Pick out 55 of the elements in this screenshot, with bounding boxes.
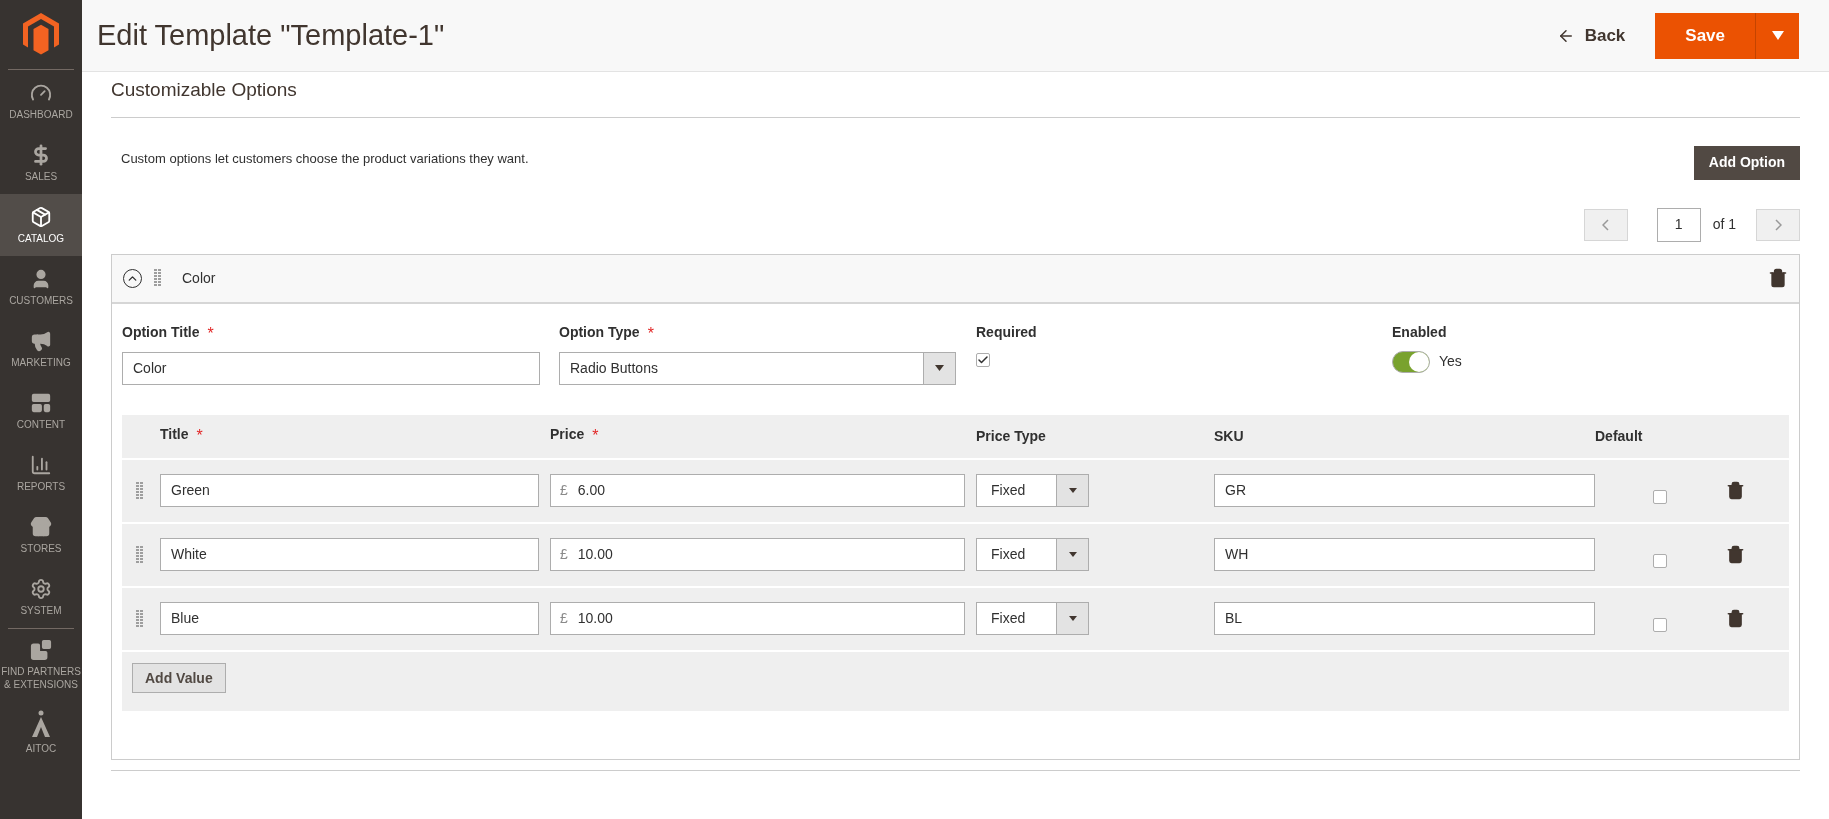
value-title-field[interactable]: White [160,538,539,571]
option-type-select[interactable]: Radio Buttons [559,351,956,385]
price-type-select[interactable]: Fixed [976,474,1089,507]
toggle-label: Yes [1439,352,1462,371]
required-asterisk: * [207,323,214,344]
save-button[interactable]: Save [1655,12,1755,59]
back-button[interactable]: Back [1556,22,1626,49]
price-value: 10.00 [577,609,613,628]
column-header: Price Type [976,426,1046,446]
option-name: Color [182,268,217,288]
currency-symbol: £ [560,609,568,628]
add-option-button[interactable]: Add Option [1693,145,1800,180]
add-value-button[interactable]: Add Value [132,663,226,693]
sidebar-item[interactable]: DASHBOARD [0,70,82,132]
column-header: Default [1595,426,1643,446]
currency-symbol: £ [560,545,568,564]
page-title: Edit Template "Template-1" [97,17,446,53]
sidebar-item[interactable]: MARKETING [0,318,82,380]
page-number-field[interactable]: 1 [1656,207,1701,242]
sidebar-item[interactable]: REPORTS [0,442,82,504]
price-field[interactable]: £ 6.00 [550,474,965,507]
currency-symbol: £ [560,481,568,500]
sidebar-item[interactable]: CATALOG [0,194,82,256]
column-header: SKU [1214,426,1244,446]
price-value: 6.00 [577,481,606,500]
option-title-field[interactable]: Color [122,351,540,385]
required-asterisk: * [196,426,203,446]
sidebar-item[interactable]: CUSTOMERS [0,256,82,318]
field-label: Option Title [122,322,200,342]
sidebar-item[interactable]: AITOC [0,701,82,763]
price-value: 10.00 [577,545,613,564]
sku-field[interactable]: BL [1214,602,1595,635]
sidebar-item[interactable]: FIND PARTNERS & EXTENSIONS [0,629,82,701]
section-description: Custom options let customers choose the product variations they want. [121,149,529,168]
value-title-field[interactable]: Green [160,474,539,507]
required-asterisk: * [647,323,654,344]
sidebar-item[interactable]: SALES [0,132,82,194]
field-label: Enabled [1392,322,1448,342]
required-asterisk: * [592,426,599,446]
sidebar-item[interactable]: SYSTEM [0,566,82,628]
value-title-field[interactable]: Blue [160,602,539,635]
sidebar-item[interactable]: STORES [0,504,82,566]
price-type-select[interactable]: Fixed [976,602,1089,635]
field-label: Option Type [559,322,640,342]
field-label: Required [976,322,1038,342]
price-field[interactable]: £ 10.00 [550,538,965,571]
price-type-select[interactable]: Fixed [976,538,1089,571]
column-header: Price [550,425,585,444]
page-count: of 1 [1712,215,1736,234]
sidebar-item[interactable]: CONTENT [0,380,82,442]
sku-field[interactable]: GR [1214,474,1595,507]
price-field[interactable]: £ 10.00 [550,602,965,635]
sku-field[interactable]: WH [1214,538,1595,571]
section-title: Customizable Options [111,72,1800,118]
column-header: Title [160,425,189,444]
